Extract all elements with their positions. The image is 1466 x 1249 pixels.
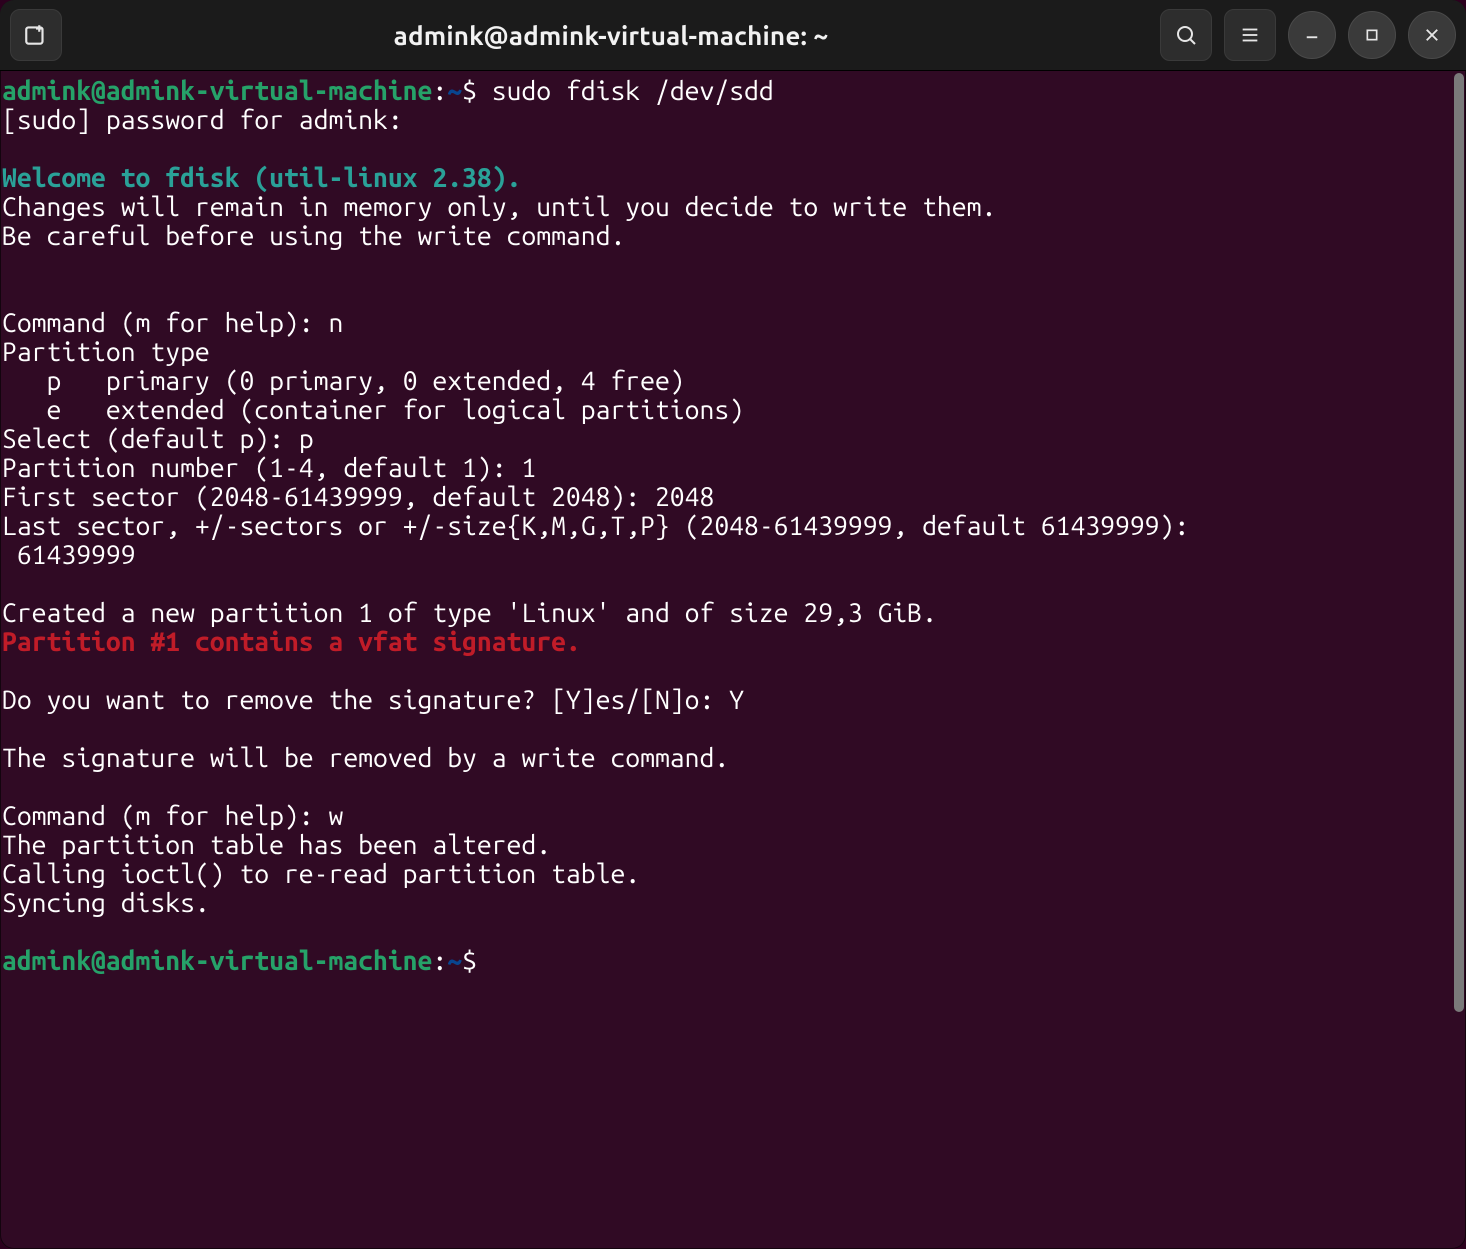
terminal-viewport: admink@admink-virtual-machine:~$ sudo fd… (0, 71, 1466, 1249)
sudo-prompt: [sudo] password for admink: (2, 105, 418, 135)
pnum-prompt: Partition number (1-4, default 1): (2, 453, 521, 483)
fdisk-welcome: Welcome to fdisk (util-linux 2.38). (2, 163, 521, 193)
search-button[interactable] (1160, 9, 1212, 61)
fsec-prompt: First sector (2048-61439999, default 204… (2, 482, 655, 512)
ioctl-msg: Calling ioctl() to re-read partition tab… (2, 859, 640, 889)
prompt-sigil: $ (462, 76, 477, 106)
prompt-cwd-2: ~ (447, 946, 462, 976)
sync-msg: Syncing disks. (2, 888, 210, 918)
prompt-sep-2: : (432, 946, 447, 976)
hamburger-icon (1239, 24, 1261, 46)
input-w: w (328, 801, 343, 831)
lsec-prompt: Last sector, +/-sectors or +/-size{K,M,G… (2, 511, 1204, 541)
prompt-sep: : (432, 76, 447, 106)
fdisk-changes: Changes will remain in memory only, unti… (2, 192, 996, 222)
remove-q: Do you want to remove the signature? [Y]… (2, 685, 729, 715)
titlebar-right (1160, 9, 1456, 61)
terminal-window: admink@admink-virtual-machine: ~ (0, 0, 1466, 1249)
fdisk-cmd-prompt: Command (m for help): (2, 308, 328, 338)
scrollbar-thumb[interactable] (1454, 73, 1464, 1012)
ptype-e: e extended (container for logical partit… (2, 395, 744, 425)
close-button[interactable] (1408, 11, 1456, 59)
input-n: n (328, 308, 343, 338)
answer-fsec: 2048 (655, 482, 714, 512)
close-icon (1423, 26, 1441, 44)
prompt-user-host-2: admink@admink-virtual-machine (2, 946, 432, 976)
fdisk-cmd-prompt-2: Command (m for help): (2, 801, 328, 831)
maximize-icon (1364, 27, 1380, 43)
new-tab-button[interactable] (10, 9, 62, 61)
minimize-icon (1303, 26, 1321, 44)
answer-pnum: 1 (521, 453, 536, 483)
prompt-cwd: ~ (447, 76, 462, 106)
select-prompt: Select (default p): (2, 424, 299, 454)
ptype-p: p primary (0 primary, 0 extended, 4 free… (2, 366, 685, 396)
answer-y: Y (729, 685, 744, 715)
answer-p: p (299, 424, 314, 454)
cmd-text: sudo fdisk /dev/sdd (492, 76, 774, 106)
window-title: admink@admink-virtual-machine: ~ (72, 21, 1150, 50)
search-icon (1174, 23, 1198, 47)
ptype-header: Partition type (2, 337, 210, 367)
altered-msg: The partition table has been altered. (2, 830, 551, 860)
created-msg: Created a new partition 1 of type 'Linux… (2, 598, 937, 628)
maximize-button[interactable] (1348, 11, 1396, 59)
menu-button[interactable] (1224, 9, 1276, 61)
titlebar: admink@admink-virtual-machine: ~ (0, 0, 1466, 71)
vfat-warning: Partition #1 contains a vfat signature. (2, 627, 581, 657)
fdisk-careful: Be careful before using the write comman… (2, 221, 625, 251)
new-tab-icon (23, 22, 49, 48)
prompt-sigil-2: $ (462, 946, 477, 976)
prompt-user-host: admink@admink-virtual-machine (2, 76, 432, 106)
scrollbar[interactable] (1454, 73, 1464, 1247)
minimize-button[interactable] (1288, 11, 1336, 59)
answer-lsec: 61439999 (17, 540, 136, 570)
terminal-output[interactable]: admink@admink-virtual-machine:~$ sudo fd… (0, 71, 1452, 1249)
sig-removed-msg: The signature will be removed by a write… (2, 743, 729, 773)
